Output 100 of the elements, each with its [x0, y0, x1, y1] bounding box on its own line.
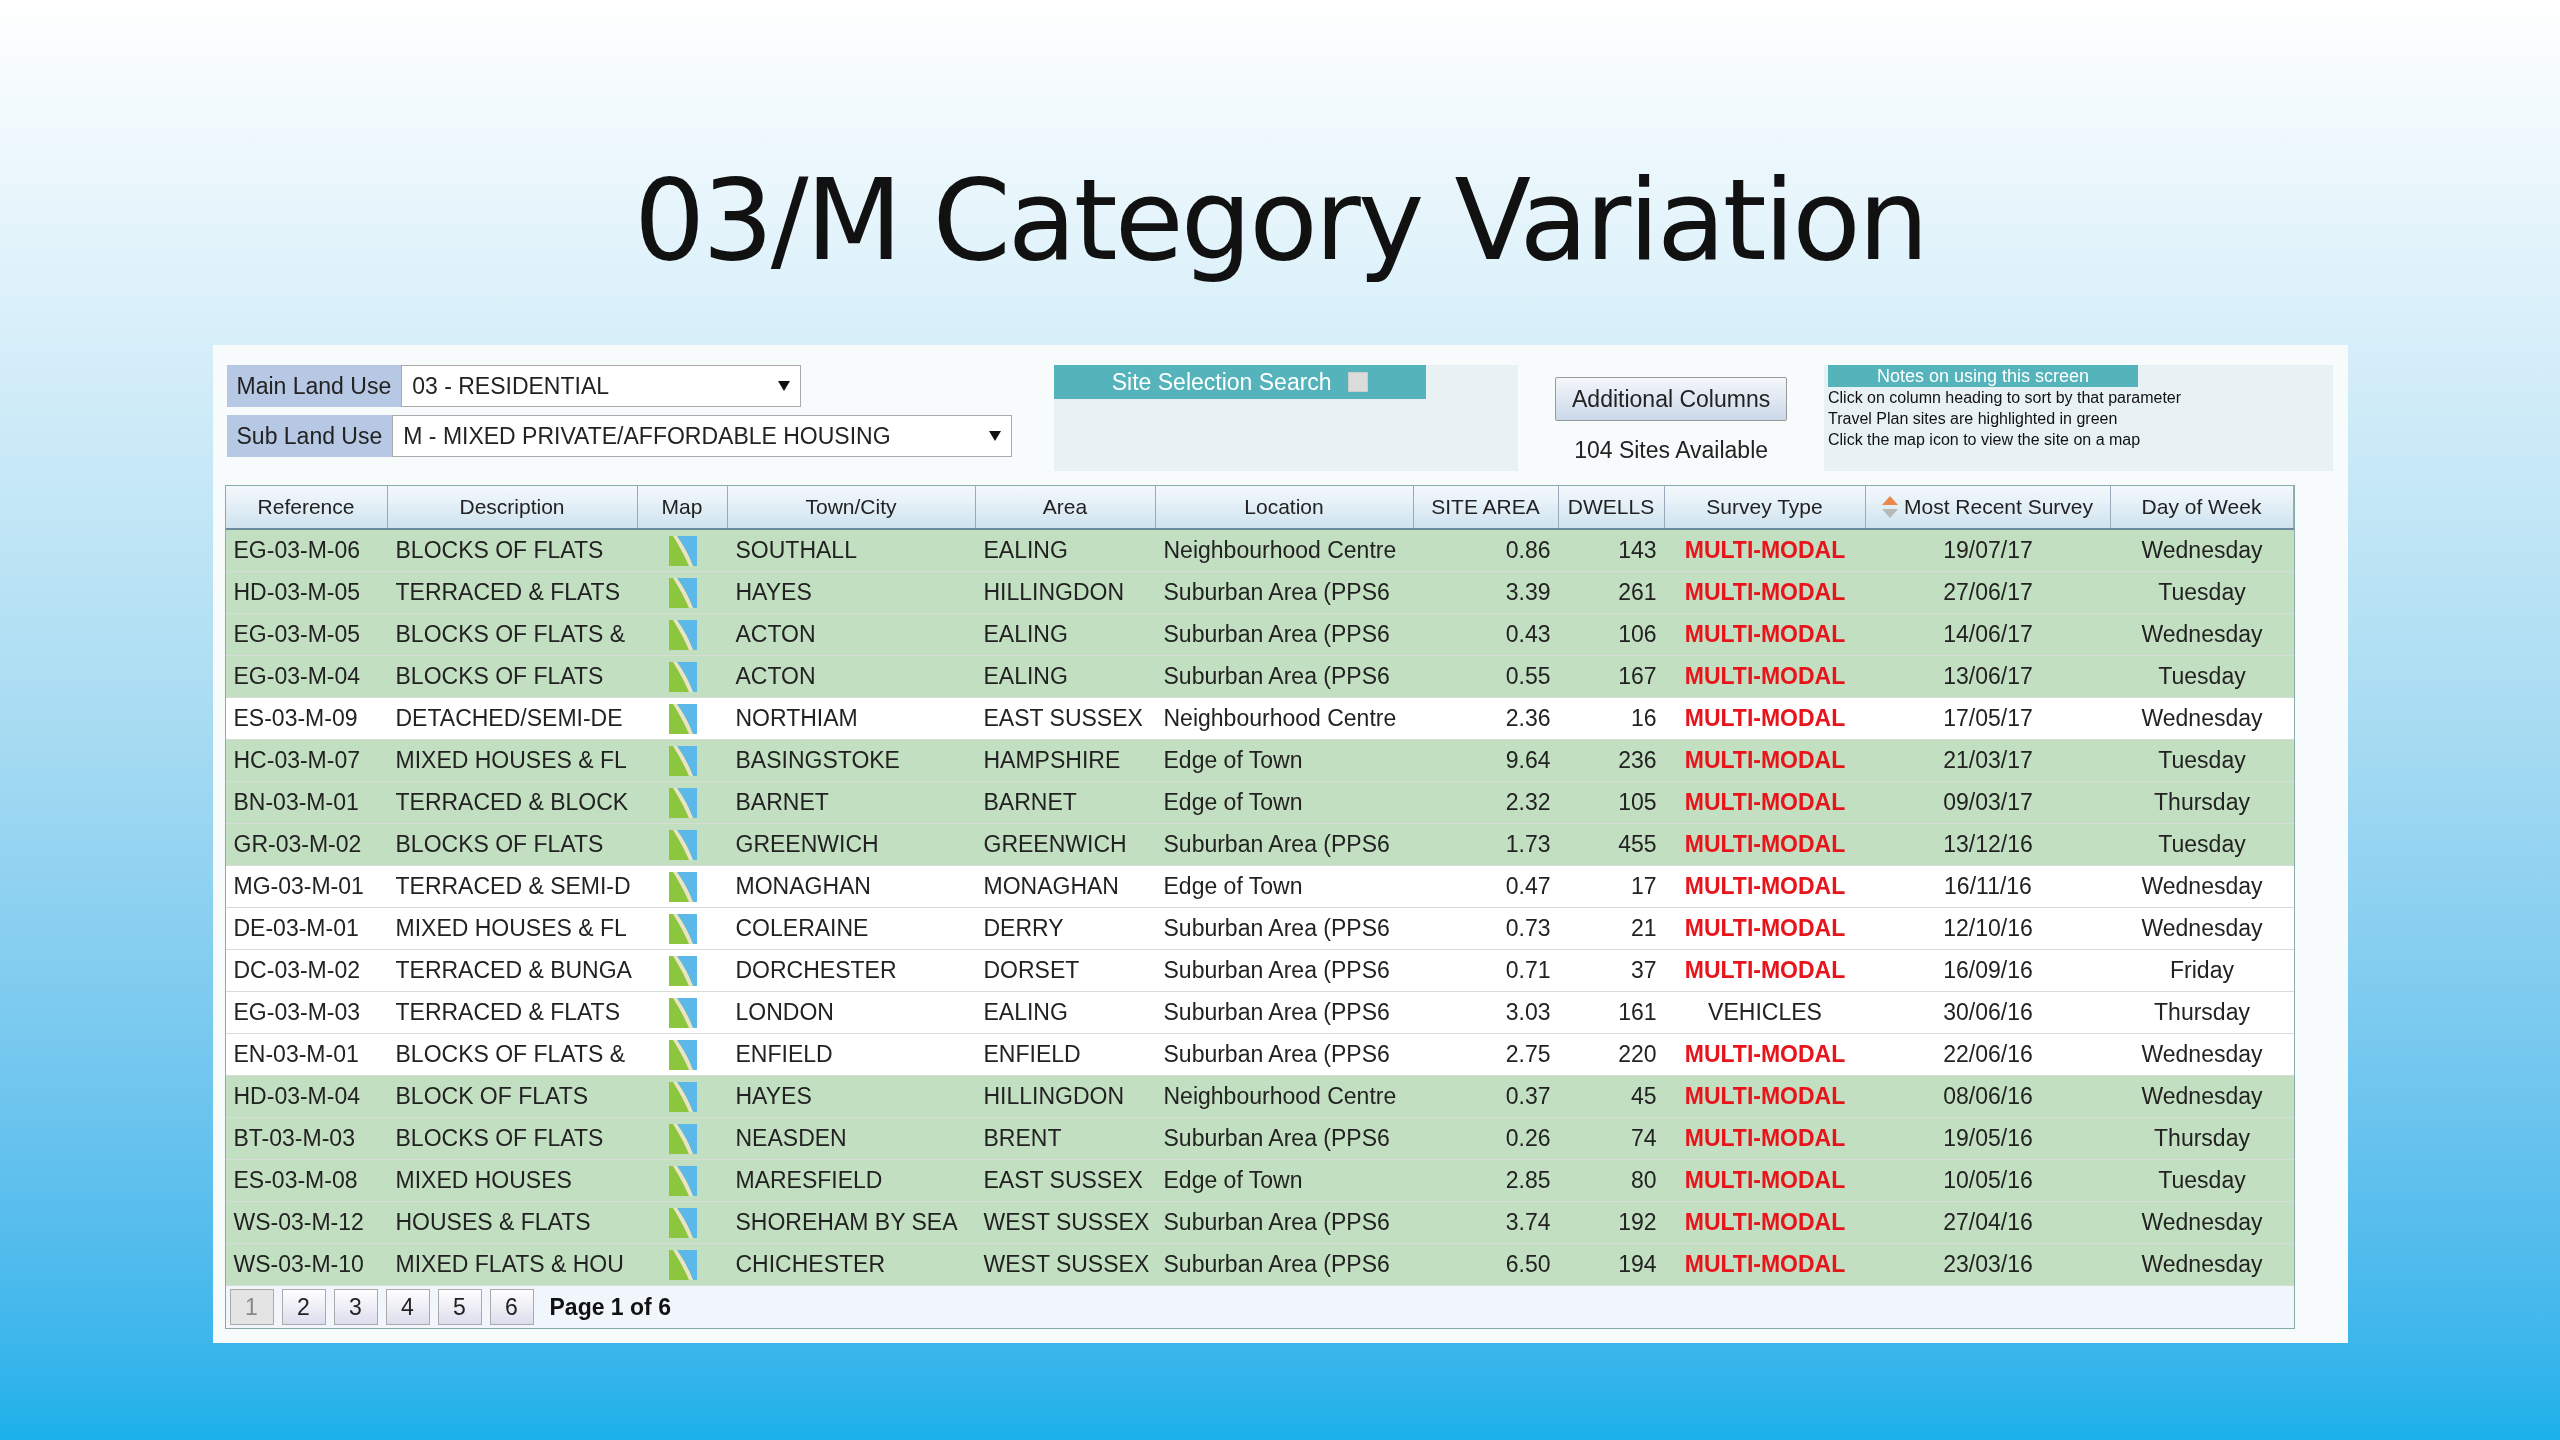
survey-type: MULTI-MODAL	[1683, 914, 1847, 944]
table-cell-text: 14/06/17	[1942, 620, 2034, 650]
map-icon[interactable]	[668, 745, 697, 776]
page-button[interactable]: 2	[281, 1289, 326, 1325]
column-header[interactable]: Description	[387, 486, 638, 528]
slide-title: 03/M Category Variation	[633, 154, 1927, 287]
table-row[interactable]: WS-03-M-10 MIXED FLATS & HOU CHICHESTER WEST SUSSEX Suburban Area (PPS6 6.50 194 MULTI-MODAL 23/03/16 Wednesday	[225, 1244, 2294, 1286]
column-header[interactable]: Day of Week	[2110, 486, 2294, 528]
map-icon[interactable]	[668, 1165, 697, 1196]
map-icon[interactable]	[668, 535, 697, 566]
table-row[interactable]: BN-03-M-01 TERRACED & BLOCK BARNET BARNET Edge of Town 2.32 105 MULTI-MODAL 09/03/17 Thursday	[225, 782, 2294, 824]
table-row[interactable]: DC-03-M-02 TERRACED & BUNGA DORCHESTER DORSET Suburban Area (PPS6 0.71 37 MULTI-MODAL 16/09/16 Friday	[225, 950, 2294, 992]
map-icon[interactable]	[668, 997, 697, 1028]
table-row[interactable]: ES-03-M-09 DETACHED/SEMI-DE NORTHIAM EAST SUSSEX Neighbourhood Centre 2.36 16 MULTI-MODAL 17/05/17 Wednesday	[225, 698, 2294, 740]
table-cell-text: 16	[1629, 704, 1657, 734]
map-icon[interactable]	[668, 619, 697, 650]
table-cell-text: BLOCKS OF FLATS	[395, 662, 605, 692]
table-cell-text: Wednesday	[2140, 1250, 2264, 1280]
map-icon[interactable]	[668, 1207, 697, 1238]
table-row[interactable]: EG-03-M-04 BLOCKS OF FLATS ACTON EALING Suburban Area (PPS6 0.55 167 MULTI-MODAL 13/06/17 Tuesday	[225, 656, 2294, 698]
column-header-label: Map	[661, 494, 703, 521]
table-row[interactable]: WS-03-M-12 HOUSES & FLATS SHOREHAM BY SEA WEST SUSSEX Suburban Area (PPS6 3.74 192 MULTI-MODAL 27/04/16 Wednesday	[225, 1202, 2294, 1244]
table-cell-text: Tuesday	[2157, 830, 2247, 860]
table-cell-text: EALING	[983, 620, 1069, 650]
table-row[interactable]: EN-03-M-01 BLOCKS OF FLATS & ENFIELD ENFIELD Suburban Area (PPS6 2.75 220 MULTI-MODAL 22/06/16 Wednesday	[225, 1034, 2294, 1076]
site-selection-checkbox[interactable]	[1347, 372, 1368, 392]
table-cell-text: Suburban Area (PPS6	[1163, 1208, 1391, 1238]
table-row[interactable]: DE-03-M-01 MIXED HOUSES & FL COLERAINE DERRY Suburban Area (PPS6 0.73 21 MULTI-MODAL 12/10/16 Wednesday	[225, 908, 2294, 950]
table-cell-text: Wednesday	[2140, 914, 2264, 944]
map-icon[interactable]	[668, 1081, 697, 1112]
column-header[interactable]: Map	[637, 486, 728, 528]
map-icon[interactable]	[668, 1039, 697, 1070]
table-cell-text: EALING	[983, 998, 1069, 1028]
survey-type: MULTI-MODAL	[1683, 746, 1847, 776]
map-icon[interactable]	[668, 1123, 697, 1154]
table-cell-text: Wednesday	[2140, 536, 2264, 566]
table-cell-text: 13/06/17	[1942, 662, 2034, 692]
table-cell-text: Friday	[2169, 956, 2235, 986]
dropdown[interactable]: 03 - RESIDENTIAL	[401, 365, 802, 407]
table-cell-text: 2.85	[1504, 1166, 1551, 1196]
table-cell-text: Suburban Area (PPS6	[1163, 830, 1391, 860]
table-cell-text: 0.37	[1504, 1082, 1551, 1112]
table-cell-text: 74	[1629, 1124, 1657, 1154]
map-icon[interactable]	[668, 787, 697, 818]
column-header[interactable]: Area	[975, 486, 1156, 528]
table-row[interactable]: HD-03-M-05 TERRACED & FLATS HAYES HILLINGDON Suburban Area (PPS6 3.39 261 MULTI-MODAL 27/06/17 Tuesday	[225, 572, 2294, 614]
column-header[interactable]: Most Recent Survey	[1865, 486, 2111, 528]
table-row[interactable]: GR-03-M-02 BLOCKS OF FLATS GREENWICH GREENWICH Suburban Area (PPS6 1.73 455 MULTI-MODAL 13/12/16 Tuesday	[225, 824, 2294, 866]
table-cell-text: TERRACED & BUNGA	[395, 956, 630, 986]
page-button[interactable]: 4	[385, 1289, 430, 1325]
map-icon[interactable]	[668, 871, 697, 902]
table-cell-text: 0.73	[1504, 914, 1551, 944]
table-cell-text: Edge of Town	[1163, 1166, 1304, 1196]
table-cell-text: 3.03	[1504, 998, 1551, 1028]
table-cell-text: DORSET	[983, 956, 1081, 986]
column-header[interactable]: DWELLS	[1558, 486, 1665, 528]
table-cell-text: 09/03/17	[1942, 788, 2034, 818]
filter-label: Main Land Use	[226, 365, 402, 407]
survey-type: MULTI-MODAL	[1683, 1250, 1847, 1280]
column-header[interactable]: Town/City	[727, 486, 976, 528]
map-icon[interactable]	[668, 703, 697, 734]
table-row[interactable]: EG-03-M-06 BLOCKS OF FLATS SOUTHALL EALING Neighbourhood Centre 0.86 143 MULTI-MODAL 19/07/17 Wednesday	[225, 530, 2294, 572]
dropdown[interactable]: M - MIXED PRIVATE/AFFORDABLE HOUSING	[392, 415, 1013, 457]
table-cell-text: 0.71	[1504, 956, 1551, 986]
table-cell-text: Tuesday	[2157, 1166, 2247, 1196]
map-icon[interactable]	[668, 829, 697, 860]
table-cell-text: 13/12/16	[1942, 830, 2034, 860]
survey-type: MULTI-MODAL	[1683, 578, 1847, 608]
page-button[interactable]: 3	[333, 1289, 378, 1325]
column-header[interactable]: SITE AREA	[1413, 486, 1559, 528]
page-button[interactable]: 5	[437, 1289, 482, 1325]
survey-type: MULTI-MODAL	[1683, 1208, 1847, 1238]
column-header-label: SITE AREA	[1431, 494, 1540, 521]
column-header[interactable]: Location	[1155, 486, 1414, 528]
table-cell-text: MG-03-M-01	[233, 872, 365, 902]
table-row[interactable]: BT-03-M-03 BLOCKS OF FLATS NEASDEN BRENT Suburban Area (PPS6 0.26 74 MULTI-MODAL 19/05/16 Thursday	[225, 1118, 2294, 1160]
table-cell-text: 0.86	[1504, 536, 1551, 566]
table-row[interactable]: EG-03-M-03 TERRACED & FLATS LONDON EALING Suburban Area (PPS6 3.03 161 VEHICLES 30/06/16 Thursday	[225, 992, 2294, 1034]
table-cell-text: 27/04/16	[1942, 1208, 2034, 1238]
table-cell-text: 10/05/16	[1942, 1166, 2034, 1196]
table-row[interactable]: MG-03-M-01 TERRACED & SEMI-D MONAGHAN MONAGHAN Edge of Town 0.47 17 MULTI-MODAL 16/11/16 Wednesday	[225, 866, 2294, 908]
table-row[interactable]: ES-03-M-08 MIXED HOUSES MARESFIELD EAST SUSSEX Edge of Town 2.85 80 MULTI-MODAL 10/05/16 Tuesday	[225, 1160, 2294, 1202]
table-row[interactable]: EG-03-M-05 BLOCKS OF FLATS & ACTON EALING Suburban Area (PPS6 0.43 106 MULTI-MODAL 14/06/17 Wednesday	[225, 614, 2294, 656]
table-cell-text: HAYES	[735, 1082, 813, 1112]
table-row[interactable]: HD-03-M-04 BLOCK OF FLATS HAYES HILLINGDON Neighbourhood Centre 0.37 45 MULTI-MODAL 08/06/16 Wednesday	[225, 1076, 2294, 1118]
column-header[interactable]: Survey Type	[1664, 486, 1866, 528]
table-cell-text: MIXED HOUSES	[395, 1166, 573, 1196]
map-icon[interactable]	[668, 661, 697, 692]
map-icon[interactable]	[668, 955, 697, 986]
table-cell-text: HAMPSHIRE	[983, 746, 1122, 776]
page-button[interactable]: 6	[489, 1289, 534, 1325]
table-cell-text: 143	[1617, 536, 1657, 566]
map-icon[interactable]	[668, 913, 697, 944]
table-cell-text: EG-03-M-03	[233, 998, 362, 1028]
table-row[interactable]: HC-03-M-07 MIXED HOUSES & FL BASINGSTOKE HAMPSHIRE Edge of Town 9.64 236 MULTI-MODAL 21/03/17 Tuesday	[225, 740, 2294, 782]
additional-columns-button[interactable]: Additional Columns	[1555, 377, 1788, 421]
table-cell-text: BRENT	[983, 1124, 1063, 1154]
map-icon[interactable]	[668, 1249, 697, 1280]
column-header[interactable]: Reference	[225, 486, 388, 528]
map-icon[interactable]	[668, 577, 697, 608]
